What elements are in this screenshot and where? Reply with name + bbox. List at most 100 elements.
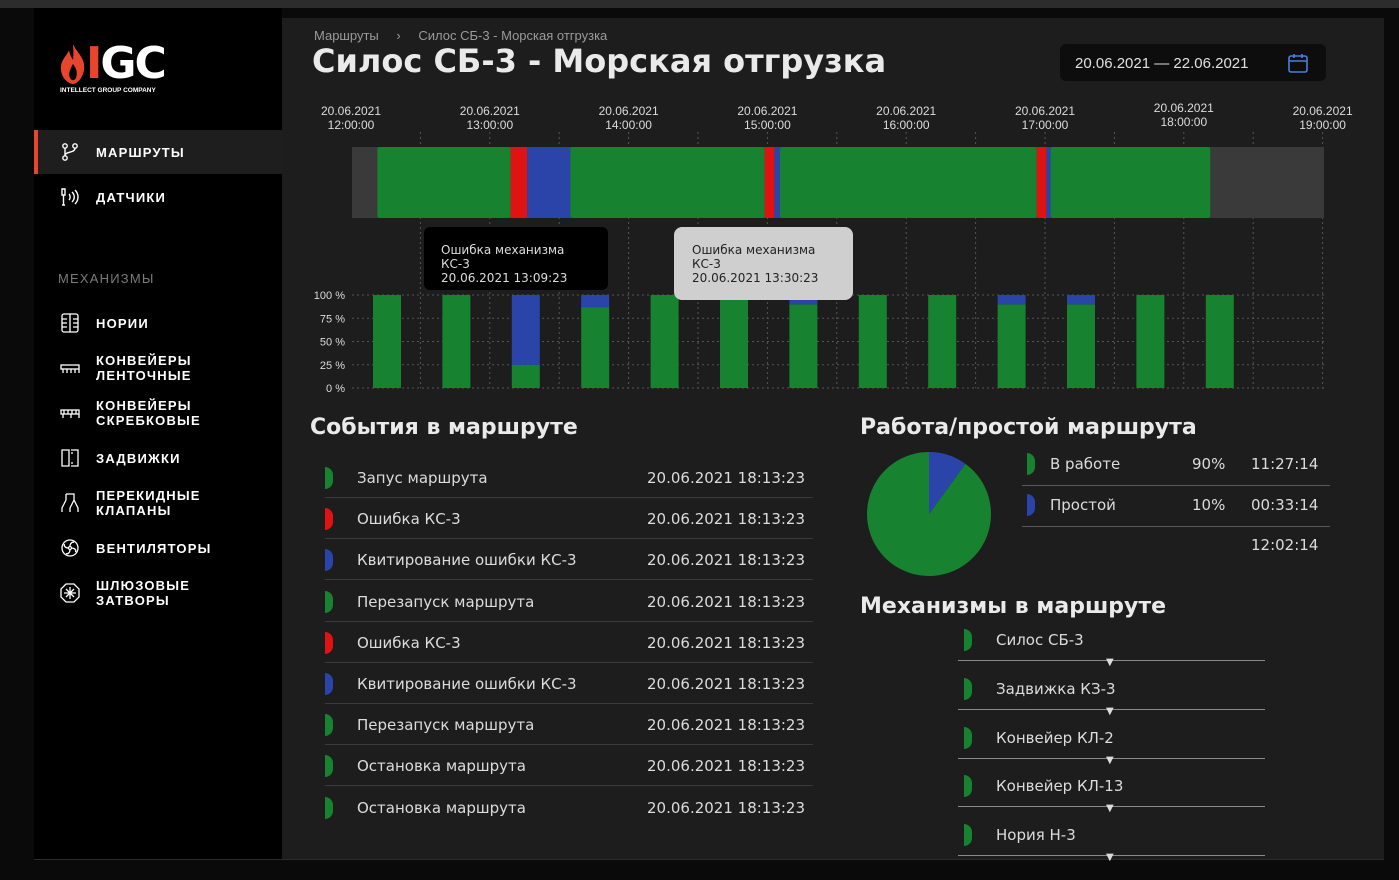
- mechanism-name: Силос СБ-3: [996, 631, 1084, 649]
- nav-item-rotary-valves[interactable]: ШЛЮЗОВЫЕ ЗАТВОРЫ: [34, 571, 282, 615]
- bar-work[interactable]: [581, 307, 610, 388]
- event-row[interactable]: Перезапуск маршрута 20.06.2021 18:13:23: [325, 703, 813, 746]
- mechanisms-title: Механизмы в маршруте: [860, 594, 1167, 619]
- status-marker: [325, 508, 333, 531]
- event-name: Ошибка КС-3: [357, 633, 461, 652]
- status-marker: [325, 714, 333, 737]
- timeline-tick-date: 20.06.2021: [460, 104, 520, 118]
- bar-work[interactable]: [858, 295, 887, 388]
- status-marker: [325, 590, 333, 613]
- timeline-tick-time: 18:00:00: [1160, 115, 1207, 129]
- timeline-segment-ack[interactable]: [1046, 147, 1051, 218]
- nav-item-fans[interactable]: ВЕНТИЛЯТОРЫ: [34, 526, 282, 570]
- bar-work[interactable]: [789, 304, 818, 388]
- event-row[interactable]: Квитирование ошибки КС-3 20.06.2021 18:13…: [325, 662, 813, 704]
- event-name: Квитирование ошибки КС-3: [357, 675, 577, 693]
- bar-work[interactable]: [650, 295, 679, 388]
- tooltip-error-2: Ошибка механизма КС-3 20.06.2021 13:30:2…: [674, 227, 853, 300]
- nav-label: ПЕРЕКИДНЫЕ КЛАПАНЫ: [96, 488, 201, 518]
- event-time: 20.06.2021 18:13:23: [647, 675, 806, 693]
- bar-work[interactable]: [928, 295, 957, 388]
- work-idle-duration: 11:27:14: [1251, 455, 1319, 473]
- y-tick-label: 100 %: [314, 290, 345, 302]
- work-idle-row: В работе 90% 11:27:14: [1022, 444, 1330, 484]
- bar-idle[interactable]: [511, 295, 540, 365]
- tooltip-time: 20.06.2021 13:09:23: [441, 271, 568, 285]
- event-time: 20.06.2021 18:13:23: [647, 633, 806, 652]
- mechanism-name: Конвейер КЛ-2: [996, 728, 1114, 747]
- nav-label: КОНВЕЙЕРЫ СКРЕБКОВЫЕ: [96, 398, 201, 428]
- mechanism-row[interactable]: Задвижка КЗ-3 ▼: [958, 667, 1265, 717]
- event-time: 20.06.2021 18:13:23: [647, 551, 806, 570]
- event-row[interactable]: Ошибка КС-3 20.06.2021 18:13:23: [325, 621, 813, 663]
- bar-work[interactable]: [511, 364, 540, 388]
- mechanism-row[interactable]: Конвейер КЛ-13 ▼: [958, 764, 1265, 814]
- bar-work[interactable]: [442, 295, 471, 388]
- timeline-segment-work[interactable]: [570, 147, 765, 218]
- y-tick-label: 25 %: [320, 360, 345, 372]
- diverter-valve-icon: [58, 491, 82, 515]
- status-marker: [1027, 494, 1035, 516]
- mechanism-name: Нория Н-3: [996, 826, 1076, 845]
- nav-item-diverter-valves[interactable]: ПЕРЕКИДНЫЕ КЛАПАНЫ: [34, 481, 282, 525]
- event-time: 20.06.2021 18:13:23: [647, 592, 806, 611]
- event-row[interactable]: Остановка маршрута 20.06.2021 18:13:23: [325, 786, 813, 827]
- event-name: Ошибка КС-3: [357, 510, 461, 529]
- nav-item-gate-valves[interactable]: ЗАДВИЖКИ: [34, 436, 282, 480]
- bar-work[interactable]: [720, 295, 748, 388]
- timeline-segment-work[interactable]: [377, 147, 511, 218]
- event-row[interactable]: Остановка маршрута 20.06.2021 18:13:23: [325, 744, 813, 787]
- bar-work[interactable]: [1136, 295, 1165, 388]
- event-name: Перезапуск маршрута: [357, 716, 535, 735]
- event-name: Остановка маршрута: [357, 798, 526, 817]
- status-marker: [964, 677, 972, 700]
- bar-work[interactable]: [373, 295, 401, 388]
- tooltip-mechanism: КС-3: [441, 257, 470, 271]
- mechanism-row[interactable]: Конвейер КЛ-2 ▼: [958, 716, 1265, 766]
- work-idle-title: Работа/простой маршрута: [860, 415, 1197, 440]
- event-row[interactable]: Перезапуск маршрута 20.06.2021 18:13:23: [325, 580, 813, 622]
- mechanism-row[interactable]: Силос СБ-3 ▼: [958, 618, 1265, 668]
- timeline-tick-date: 20.06.2021: [876, 104, 936, 118]
- timeline-segment-ack[interactable]: [527, 147, 571, 218]
- event-row[interactable]: Запус маршрута 20.06.2021 18:13:23: [325, 456, 813, 498]
- bar-work[interactable]: [997, 304, 1026, 388]
- event-row[interactable]: Ошибка КС-3 20.06.2021 18:13:23: [325, 497, 813, 540]
- y-tick-label: 50 %: [320, 337, 345, 349]
- timeline-segment-work[interactable]: [779, 147, 1037, 218]
- timeline-segment-ack[interactable]: [774, 147, 780, 218]
- event-time: 20.06.2021 18:13:23: [647, 757, 806, 776]
- tooltip-title: Ошибка механизма: [692, 243, 816, 257]
- scraper-conveyor-icon: [58, 401, 82, 425]
- status-marker: [964, 726, 972, 749]
- status-marker: [325, 549, 333, 572]
- fan-icon: [58, 536, 82, 560]
- bar-work[interactable]: [1205, 295, 1234, 388]
- work-idle-label: В работе: [1050, 455, 1121, 473]
- event-name: Остановка маршрута: [357, 757, 526, 776]
- bar-work[interactable]: [1067, 304, 1095, 388]
- status-marker: [325, 796, 333, 819]
- event-row[interactable]: Квитирование ошибки КС-3 20.06.2021 18:13…: [325, 538, 813, 581]
- timeline-segment-error[interactable]: [764, 147, 775, 218]
- work-idle-label: Простой: [1050, 496, 1116, 514]
- timeline-segment-error[interactable]: [1036, 147, 1047, 218]
- timeline-tick-time: 12:00:00: [328, 118, 375, 132]
- timeline-tick-date: 20.06.2021: [321, 104, 381, 118]
- timeline-tick-date: 20.06.2021: [1154, 101, 1214, 115]
- mechanism-row[interactable]: Нория Н-3 ▼: [958, 813, 1265, 863]
- timeline-segment-work[interactable]: [1050, 147, 1211, 218]
- work-idle-row: Простой 10% 00:33:14: [1022, 485, 1330, 525]
- bar-idle[interactable]: [581, 295, 610, 308]
- bar-idle[interactable]: [997, 295, 1026, 305]
- divider: [1022, 526, 1330, 527]
- event-time: 20.06.2021 18:13:23: [647, 469, 806, 487]
- rotary-valve-icon: [58, 581, 82, 605]
- work-idle-total: 12:02:14: [1251, 536, 1319, 554]
- status-marker: [325, 673, 333, 695]
- bar-idle[interactable]: [1067, 295, 1095, 305]
- timeline-tick-time: 15:00:00: [744, 118, 791, 132]
- events-title: События в маршруте: [310, 415, 578, 440]
- work-idle-percent: 90%: [1192, 455, 1226, 473]
- timeline-segment-error[interactable]: [510, 147, 528, 218]
